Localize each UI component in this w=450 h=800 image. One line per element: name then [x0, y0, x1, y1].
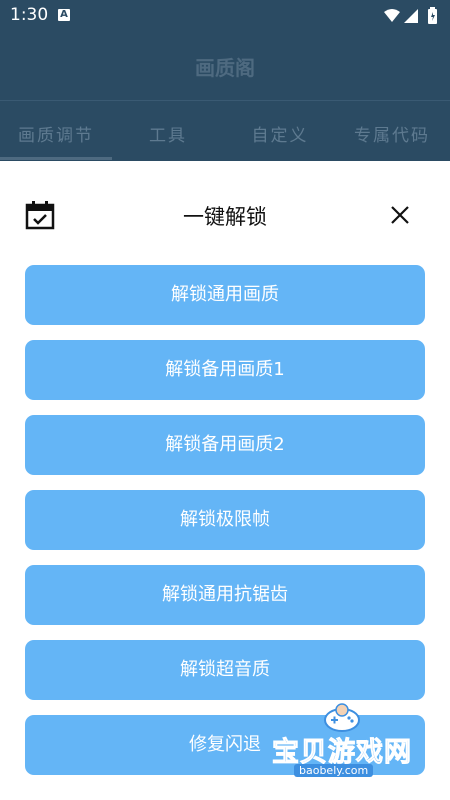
- sheet-header: 一键解锁: [0, 195, 450, 235]
- close-icon[interactable]: [388, 203, 412, 227]
- signal-icon: [404, 9, 418, 23]
- sheet-title: 一键解锁: [183, 205, 267, 229]
- app-title: 画质阁: [195, 56, 255, 80]
- wifi-icon: [384, 9, 400, 22]
- watermark-url: baobely.com: [294, 764, 374, 777]
- unlock-general-quality-button[interactable]: 解锁通用画质: [25, 265, 425, 325]
- screen: 1:30 A 画质阁 画质调节 工具 自定义 专属代码 一键解锁 解锁通用画质 …: [0, 0, 450, 800]
- notification-badge: A: [58, 9, 70, 21]
- status-icons: [384, 7, 437, 24]
- tab-exclusive-code[interactable]: 专属代码: [336, 121, 448, 146]
- tab-tools[interactable]: 工具: [112, 121, 224, 146]
- unlock-antialiasing-button[interactable]: 解锁通用抗锯齿: [25, 565, 425, 625]
- battery-icon: [428, 7, 437, 24]
- watermark: 宝贝游戏网 baobely.com: [268, 700, 438, 790]
- status-time: 1:30: [10, 5, 49, 25]
- unlock-backup-quality-2-button[interactable]: 解锁备用画质2: [25, 415, 425, 475]
- tab-bar: 画质调节 工具 自定义 专属代码: [0, 100, 450, 161]
- unlock-max-fps-button[interactable]: 解锁极限帧: [25, 490, 425, 550]
- tab-quality-adjust[interactable]: 画质调节: [0, 121, 112, 146]
- unlock-backup-quality-1-button[interactable]: 解锁备用画质1: [25, 340, 425, 400]
- tab-indicator: [0, 157, 112, 160]
- unlock-super-audio-button[interactable]: 解锁超音质: [25, 640, 425, 700]
- status-bar: 1:30 A: [0, 0, 450, 30]
- app-bar: 画质阁: [0, 30, 450, 100]
- tab-custom[interactable]: 自定义: [224, 121, 336, 146]
